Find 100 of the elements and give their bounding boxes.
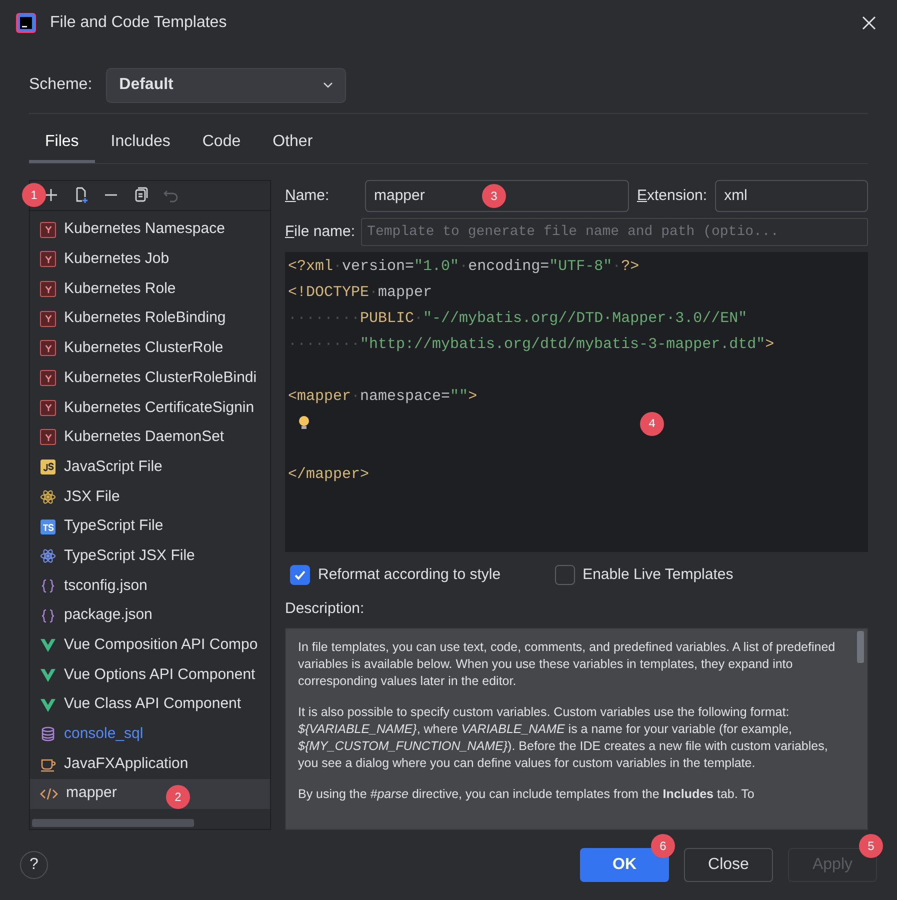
tab[interactable]: Files	[29, 128, 95, 163]
step-badge: 5	[859, 834, 883, 858]
checkmark-icon	[293, 568, 307, 582]
vue-icon	[40, 637, 56, 654]
name-field[interactable]: mapper 3	[365, 180, 629, 212]
template-item[interactable]: Kubernetes Job	[30, 244, 270, 274]
code-token: ""	[450, 386, 468, 407]
code-editor[interactable]: <?xml·version="1.0"·encoding="UTF-8"·?> <!DOCTYPE·mapper ········PUBLIC·"-//mybatis.org//DTD·Mapper·3.0//EN" ········"http://mybatis.org/dtd/mybatis-3-mapper.dtd"> <mapper·namespace=""> </mapper> 4	[285, 252, 868, 552]
template-item[interactable]: tsconfig.json	[30, 571, 270, 601]
code-token: PUBLIC	[360, 308, 414, 329]
code-token: "http://mybatis.org/dtd/mybatis-3-mapper.dtd"	[360, 334, 766, 355]
close-icon[interactable]	[862, 16, 876, 30]
template-item[interactable]: JSX File	[30, 482, 270, 512]
scheme-label: Scheme:	[29, 75, 92, 96]
yaml-file-icon	[40, 340, 56, 356]
description-paragraph: It is also possible to specify custom variables. Custom variables use the following format: ${VARIABLE_NAME}, where VARIABLE_NAME is a name for your variable (for example, ${MY_CUSTOM_FUNCTION_NAME}). Before the IDE creates a new file with custom variables, you see a dialog where you can define values for custom variables in the template.	[298, 704, 829, 772]
braces-icon	[40, 578, 56, 594]
extension-label: Extension:	[637, 186, 708, 206]
template-item[interactable]: Vue Class API Component	[30, 690, 270, 720]
yaml-file-icon	[40, 251, 56, 268]
code-token: ·	[612, 256, 622, 277]
template-item[interactable]: mapper 2	[30, 778, 270, 809]
atom-icon	[40, 488, 56, 505]
code-token: mapper	[378, 282, 432, 303]
code-token: ·	[369, 282, 378, 303]
code-token: ·	[333, 256, 342, 277]
description-paragraph: In file templates, you can use text, code, comments, and predefined variables. A list of predefined variables is available below. When you use these variables in templates, they expand into corresponding values later in the editor.	[298, 638, 836, 690]
dialog-button[interactable]: Close	[684, 848, 773, 882]
code-token: encoding=	[468, 256, 550, 277]
step-badge: 4	[640, 412, 664, 436]
vue-icon	[40, 696, 56, 713]
template-item[interactable]: console_sql	[30, 719, 270, 750]
chevron-down-icon	[323, 82, 334, 88]
extension-field[interactable]: xml	[715, 180, 868, 212]
name-label: Name:	[285, 186, 330, 204]
horizontal-scrollbar[interactable]	[32, 818, 194, 827]
scheme-dropdown[interactable]: Default	[106, 68, 346, 103]
code-token: "UTF-8"	[549, 256, 612, 277]
braces-icon	[40, 608, 56, 624]
checkbox-label: Reformat according to style	[318, 564, 501, 585]
step-badge: 2	[166, 784, 190, 809]
vue-icon	[40, 666, 56, 683]
yaml-file-icon	[40, 429, 56, 446]
template-item[interactable]: JavaFXApplication	[30, 749, 270, 779]
code-token: ·	[414, 308, 424, 329]
code-token: ········	[288, 334, 360, 355]
checkbox-label: Enable Live Templates	[582, 564, 734, 585]
template-item[interactable]: Kubernetes ClusterRoleBindi	[30, 363, 270, 393]
template-item[interactable]: TypeScript File	[30, 512, 270, 542]
description-label: Description:	[285, 599, 366, 620]
vertical-scrollbar[interactable]	[857, 630, 864, 663]
code-token: >	[765, 334, 774, 355]
template-item[interactable]: Vue Composition API Compo	[30, 630, 270, 660]
template-item[interactable]: Vue Options API Component	[30, 660, 270, 690]
code-token: <!DOCTYPE	[288, 282, 370, 303]
file-name-label: File name:	[285, 222, 356, 242]
step-badge: 1	[22, 182, 46, 207]
code-token: "1.0"	[414, 256, 460, 277]
checkbox[interactable]	[290, 565, 310, 586]
step-badge: 3	[482, 184, 506, 208]
typescript-file-icon	[40, 518, 56, 535]
code-token: ·	[459, 256, 468, 277]
window-title: File and Code Templates	[50, 13, 227, 34]
code-icon	[40, 786, 58, 802]
code-token: version=	[342, 256, 414, 277]
template-item[interactable]: Kubernetes Role	[30, 274, 270, 304]
code-token: namespace=	[360, 386, 450, 407]
template-item[interactable]: Kubernetes DaemonSet	[30, 422, 270, 452]
template-item[interactable]: Kubernetes CertificateSignin	[30, 392, 270, 423]
help-button[interactable]: ?	[20, 850, 48, 879]
code-token: >	[468, 386, 478, 407]
template-item[interactable]: Kubernetes RoleBinding	[30, 304, 270, 334]
yaml-file-icon	[40, 370, 56, 386]
template-item[interactable]: JavaScript File	[30, 452, 270, 482]
code-token: "-//mybatis.org//DTD·Mapper·3.0//EN"	[423, 308, 748, 329]
javascript-file-icon	[40, 459, 56, 476]
yaml-file-icon	[40, 310, 56, 327]
lightbulb-icon[interactable]	[298, 414, 310, 431]
template-item[interactable]: Kubernetes Namespace	[30, 214, 270, 244]
template-item[interactable]: Kubernetes ClusterRole	[30, 334, 270, 364]
code-token: ·	[351, 386, 360, 407]
code-token: </mapper>	[288, 464, 370, 485]
atom-icon	[40, 548, 56, 564]
app-logo-icon	[16, 13, 36, 34]
yaml-file-icon	[40, 400, 56, 416]
template-item[interactable]: package.json	[30, 600, 270, 630]
code-token: <?xml	[288, 256, 334, 277]
code-token: <mapper	[288, 386, 352, 407]
step-badge: 6	[651, 834, 675, 858]
tab[interactable]: Code	[186, 128, 257, 163]
yaml-file-icon	[40, 281, 56, 298]
checkbox[interactable]	[554, 565, 575, 586]
database-icon	[40, 726, 56, 742]
code-token: ?>	[621, 256, 640, 277]
tab[interactable]: Other	[256, 128, 329, 163]
template-item[interactable]: TypeScript JSX File	[30, 541, 270, 572]
tab[interactable]: Includes	[94, 128, 186, 163]
code-token: ········	[288, 308, 360, 329]
file-name-field[interactable]: Template to generate file name and path (optio...	[361, 218, 868, 246]
yaml-file-icon	[40, 222, 56, 238]
